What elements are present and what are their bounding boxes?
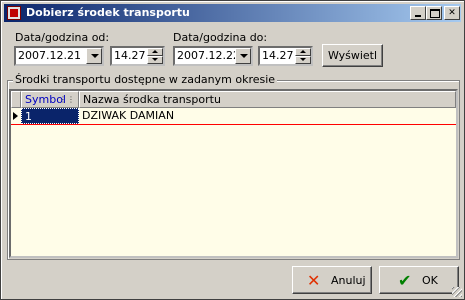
from-time-spinner[interactable]: 14.27 (110, 46, 165, 66)
cancel-label: Anuluj (331, 274, 366, 287)
from-date-value: 2007.12.21 (18, 49, 81, 62)
cell-name[interactable]: DZIWAK DAMIAN (79, 108, 456, 124)
cell-symbol[interactable]: 1 (21, 108, 79, 124)
to-label: Data/godzina do: (173, 31, 268, 44)
chevron-down-icon[interactable] (86, 48, 102, 64)
column-header-name[interactable]: Nazwa środka transportu (79, 91, 456, 108)
row-indicator-header (11, 91, 21, 108)
table-row[interactable]: 1 DZIWAK DAMIAN (11, 108, 456, 125)
to-time-value: 14.27 (262, 49, 294, 62)
chevron-down-icon[interactable] (235, 48, 251, 64)
to-date-value: 2007.12.22 (177, 49, 240, 62)
from-label: Data/godzina od: (15, 31, 110, 44)
column-header-symbol[interactable]: Symbol ⋮⋮ (21, 91, 79, 108)
minimize-icon (415, 15, 421, 17)
from-time-value: 14.27 (114, 49, 146, 62)
current-row-icon (13, 112, 18, 120)
maximize-icon (430, 9, 440, 18)
title-bar[interactable]: Dobierz środek transportu ✕ (4, 4, 461, 22)
group-label: Środki transportu dostępne w zadanym okr… (13, 73, 278, 86)
window-title: Dobierz środek transportu (26, 6, 190, 19)
dialog-window: Dobierz środek transportu ✕ Data/godzina… (0, 0, 465, 300)
from-date-combo[interactable]: 2007.12.21 (14, 46, 104, 66)
to-time-spinner[interactable]: 14.27 (258, 46, 313, 66)
spin-arrows-icon[interactable] (295, 48, 311, 64)
close-icon: ✕ (448, 8, 456, 18)
app-icon (7, 6, 21, 20)
show-button[interactable]: Wyświetl (322, 44, 383, 67)
check-icon: ✔ (398, 271, 412, 290)
cancel-icon: ✕ (307, 271, 321, 290)
sort-icon: ⋮⋮ (59, 95, 75, 104)
spin-arrows-icon[interactable] (147, 48, 163, 64)
to-date-combo[interactable]: 2007.12.22 (173, 46, 253, 66)
cancel-button[interactable]: ✕ Anuluj (292, 266, 372, 294)
minimize-button[interactable] (410, 6, 426, 20)
maximize-button[interactable] (426, 6, 442, 20)
ok-button[interactable]: ✔ OK (379, 266, 459, 294)
transport-grid[interactable]: Symbol ⋮⋮ Nazwa środka transportu 1 DZIW… (9, 89, 458, 258)
close-button[interactable]: ✕ (444, 6, 460, 20)
ok-label: OK (422, 274, 438, 287)
resize-grip-icon[interactable] (452, 287, 462, 297)
